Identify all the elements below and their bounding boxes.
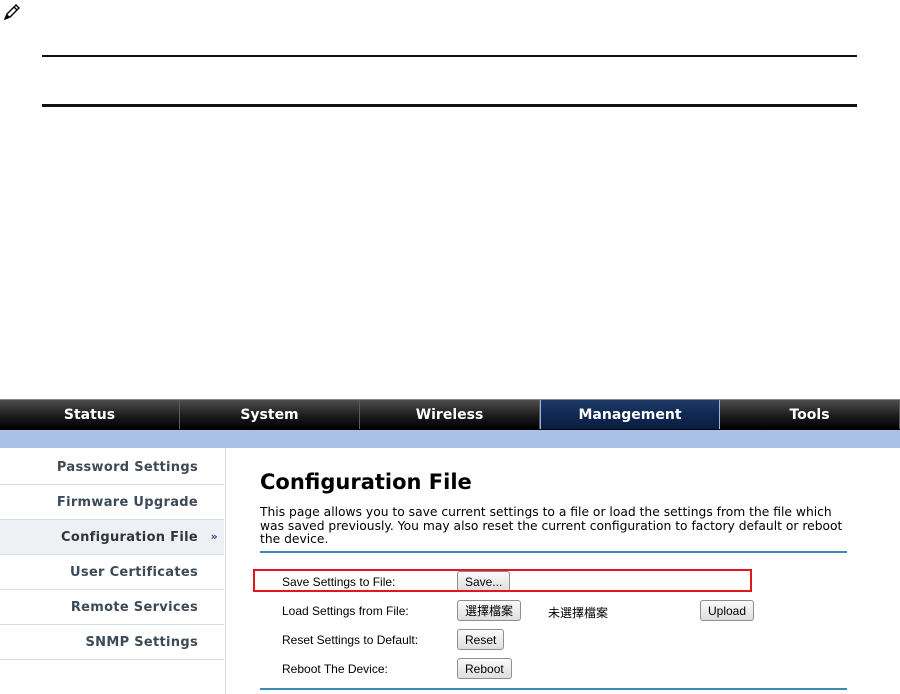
sub-navbar bbox=[0, 430, 900, 448]
sidebar-item-configuration-file[interactable]: Configuration File » bbox=[0, 520, 224, 555]
bottom-rule bbox=[42, 104, 857, 107]
sidebar-item-label: Configuration File bbox=[61, 529, 198, 545]
reboot-device-row: Reboot The Device: Reboot bbox=[282, 657, 842, 681]
upload-button[interactable]: Upload bbox=[700, 600, 755, 621]
page-title: Configuration File bbox=[260, 470, 472, 494]
tab-wireless[interactable]: Wireless bbox=[360, 400, 540, 429]
sidebar-item-password-settings[interactable]: Password Settings bbox=[0, 450, 224, 485]
sidebar-item-firmware-upgrade[interactable]: Firmware Upgrade bbox=[0, 485, 224, 520]
top-rule bbox=[42, 55, 857, 57]
reboot-device-label: Reboot The Device: bbox=[282, 662, 388, 676]
sidebar-item-snmp-settings[interactable]: SNMP Settings bbox=[0, 625, 224, 660]
highlight-annotation-box bbox=[253, 569, 752, 592]
tab-tools[interactable]: Tools bbox=[720, 400, 900, 429]
reset-settings-label: Reset Settings to Default: bbox=[282, 633, 419, 647]
reset-settings-row: Reset Settings to Default: Reset bbox=[282, 628, 842, 652]
load-settings-label: Load Settings from File: bbox=[282, 604, 409, 618]
section-divider-top bbox=[260, 551, 847, 553]
sidebar-item-remote-services[interactable]: Remote Services bbox=[0, 590, 224, 625]
reset-button[interactable]: Reset bbox=[457, 629, 505, 650]
file-status-text: 未選擇檔案 bbox=[548, 606, 609, 620]
main-navbar: Status System Wireless Management Tools bbox=[0, 399, 900, 430]
tab-management[interactable]: Management bbox=[540, 400, 720, 429]
reboot-button[interactable]: Reboot bbox=[457, 658, 512, 679]
double-chevron-right-icon: » bbox=[210, 530, 218, 543]
tab-status[interactable]: Status bbox=[0, 400, 180, 429]
pencil-icon bbox=[3, 4, 20, 21]
load-settings-row: Load Settings from File: 選擇檔案 未選擇檔案 Uplo… bbox=[282, 599, 842, 623]
choose-file-button[interactable]: 選擇檔案 bbox=[457, 600, 522, 621]
tab-system[interactable]: System bbox=[180, 400, 360, 429]
sidebar-item-user-certificates[interactable]: User Certificates bbox=[0, 555, 224, 590]
section-divider-bottom bbox=[260, 688, 847, 690]
page-description: This page allows you to save current set… bbox=[260, 505, 843, 546]
sidebar: Password Settings Firmware Upgrade Confi… bbox=[0, 448, 226, 694]
